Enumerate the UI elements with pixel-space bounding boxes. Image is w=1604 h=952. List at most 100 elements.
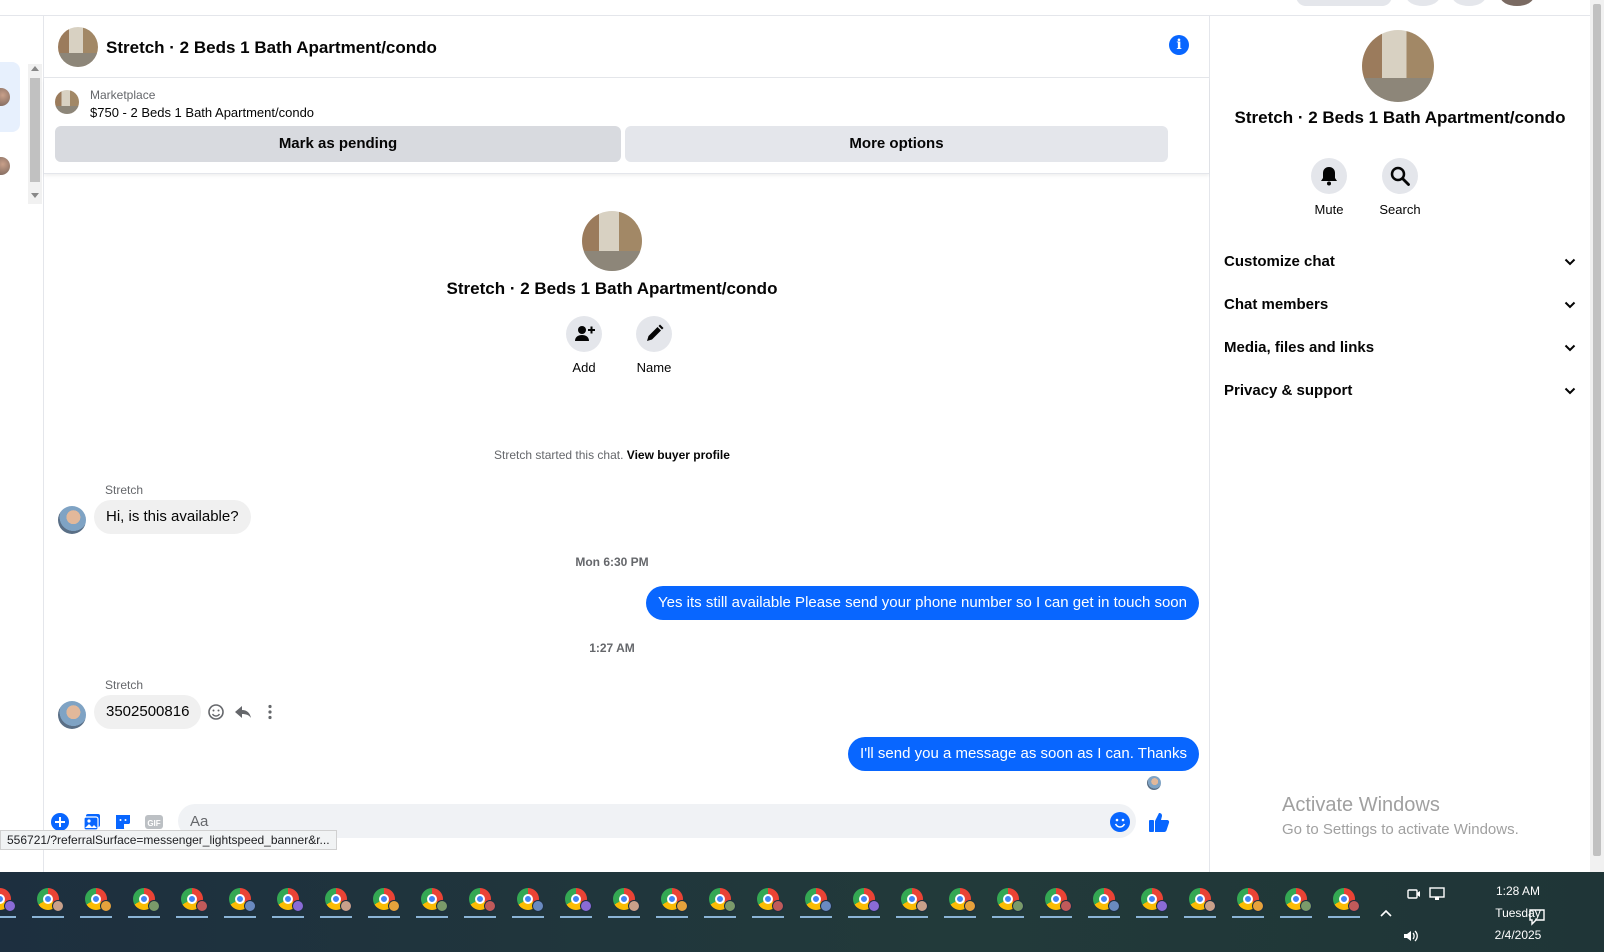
chat-title[interactable]: Stretch · 2 Beds 1 Bath Apartment/condo [106,38,437,58]
taskbar-chrome-window[interactable] [76,882,116,922]
running-indicator [80,916,112,918]
chevron-down-icon [1564,387,1576,395]
profile-badge-icon [1300,900,1312,912]
running-indicator [896,916,928,918]
plus-icon[interactable] [50,812,70,832]
taskbar-chrome-window[interactable] [28,882,68,922]
sender-avatar[interactable] [58,506,86,534]
search-button[interactable]: Search [1370,158,1430,217]
profile-badge-icon [244,900,256,912]
mark-as-pending-button[interactable]: Mark as pending [55,126,621,162]
taskbar-chrome-window[interactable] [892,882,932,922]
running-indicator [944,916,976,918]
taskbar-chrome-window[interactable] [0,882,20,922]
taskbar-chrome-window[interactable] [412,882,452,922]
chat-list-avatar[interactable] [0,157,10,175]
taskbar-chrome-window[interactable] [1180,882,1220,922]
sticker-icon[interactable] [113,812,133,832]
profile-badge-icon [340,900,352,912]
privacy-support-section[interactable]: Privacy & support [1224,373,1578,409]
taskbar-chrome-window[interactable] [1036,882,1076,922]
thumbs-up-icon[interactable] [1147,810,1170,832]
taskbar-chrome-window[interactable] [1228,882,1268,922]
top-nav-pill[interactable] [1296,0,1392,6]
taskbar-chrome-window[interactable] [1324,882,1364,922]
name-label: Name [636,360,672,375]
scroll-down-arrow-icon[interactable] [31,193,39,198]
profile-badge-icon [676,900,688,912]
outgoing-message[interactable]: Yes its still available Please send your… [646,586,1199,620]
volume-icon[interactable] [1402,928,1420,944]
taskbar-chrome-window[interactable] [652,882,692,922]
gif-label: GIF [147,819,160,828]
taskbar-chrome-window[interactable] [460,882,500,922]
taskbar-chrome-window[interactable] [220,882,260,922]
info-icon[interactable]: i [1169,35,1189,55]
taskbar-chrome-window[interactable] [796,882,836,922]
add-people-button[interactable]: Add [554,316,614,375]
taskbar-chrome-window[interactable] [700,882,740,922]
taskbar-chrome-window[interactable] [1276,882,1316,922]
running-indicator [704,916,736,918]
section-label: Privacy & support [1224,382,1353,399]
outgoing-message[interactable]: I'll send you a message as soon as I can… [848,737,1199,771]
chat-avatar[interactable] [58,27,98,67]
media-files-links-section[interactable]: Media, files and links [1224,330,1578,366]
notifications-icon[interactable] [1528,908,1546,926]
incoming-message[interactable]: Hi, is this available? [94,500,251,534]
reply-icon[interactable] [233,702,253,722]
running-indicator [848,916,880,918]
customize-chat-section[interactable]: Customize chat [1224,244,1578,280]
taskbar-chrome-window[interactable] [268,882,308,922]
taskbar-chrome-window[interactable] [364,882,404,922]
react-smiley-icon[interactable] [206,702,226,722]
emoji-icon[interactable] [1109,811,1130,832]
listing-thumbnail[interactable] [55,90,79,114]
top-nav-messenger-button[interactable] [1452,0,1486,6]
profile-badge-icon [916,900,928,912]
taskbar-chrome-window[interactable] [172,882,212,922]
taskbar-chrome-window[interactable] [124,882,164,922]
mute-button[interactable]: Mute [1299,158,1359,217]
page-scrollbar-thumb[interactable] [1593,4,1601,856]
taskbar-chrome-window[interactable] [748,882,788,922]
taskbar-chrome-window[interactable] [844,882,884,922]
activate-windows-watermark: Activate Windows Go to Settings to activ… [1282,794,1519,838]
scroll-up-arrow-icon[interactable] [31,66,39,71]
top-nav-avatar[interactable] [1500,0,1534,6]
running-indicator [272,916,304,918]
page-scrollbar[interactable] [1590,0,1604,872]
running-indicator [464,916,496,918]
taskbar-chrome-window[interactable] [940,882,980,922]
running-indicator [32,916,64,918]
profile-badge-icon [484,900,496,912]
chat-list-scrollbar-thumb[interactable] [30,78,40,182]
photo-icon[interactable] [82,812,102,832]
profile-badge-icon [436,900,448,912]
network-icon[interactable] [1428,886,1446,902]
meet-now-icon[interactable] [1406,886,1422,902]
taskbar-chrome-window[interactable] [316,882,356,922]
taskbar-chrome-window[interactable] [556,882,596,922]
intro-title: Stretch · 2 Beds 1 Bath Apartment/condo [446,279,778,298]
taskbar-chrome-window[interactable] [1132,882,1172,922]
gif-icon[interactable]: GIF [144,812,164,832]
listing-title[interactable]: $750 - 2 Beds 1 Bath Apartment/condo [90,105,314,120]
taskbar-chrome-window[interactable] [508,882,548,922]
more-vertical-icon[interactable] [260,702,280,722]
incoming-message[interactable]: 3502500816 [94,695,202,729]
chat-members-section[interactable]: Chat members [1224,287,1578,323]
chevron-up-icon[interactable] [1380,908,1392,918]
taskbar-clock[interactable]: 1:28 AM Tuesday 2/4/2025 [1478,880,1558,946]
taskbar-chrome-window[interactable] [1084,882,1124,922]
sender-avatar[interactable] [58,701,86,729]
taskbar-chrome-window[interactable] [988,882,1028,922]
taskbar-chrome-window[interactable] [604,882,644,922]
top-nav-menu-button[interactable] [1406,0,1440,6]
name-chat-button[interactable]: Name [624,316,684,375]
bell-icon [1311,158,1347,194]
chevron-down-icon [1564,301,1576,309]
more-options-button[interactable]: More options [625,126,1168,162]
panel-avatar[interactable] [1362,30,1434,102]
view-buyer-profile-link[interactable]: View buyer profile [627,448,730,462]
